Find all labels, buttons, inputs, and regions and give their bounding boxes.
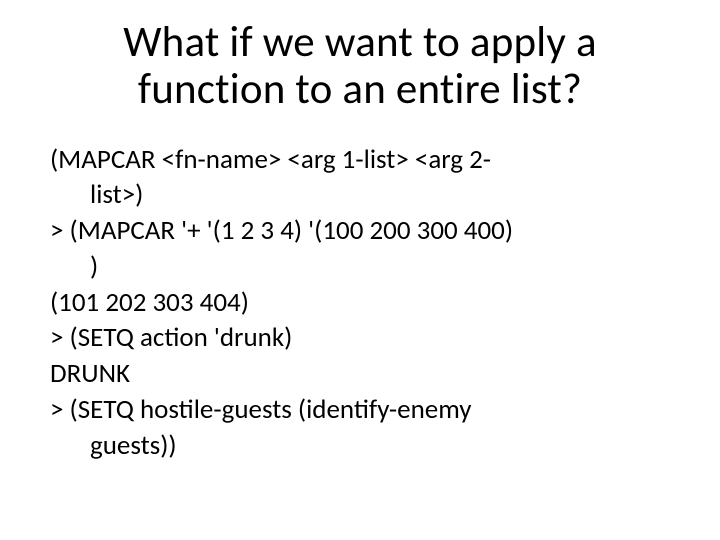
slide-title: What if we want to apply a function to a… bbox=[50, 18, 670, 113]
slide: What if we want to apply a function to a… bbox=[0, 0, 720, 540]
code-line: guests)) bbox=[50, 429, 670, 463]
code-line: > (SETQ action 'drunk) bbox=[50, 321, 670, 355]
code-line: list>) bbox=[50, 178, 670, 212]
code-line: > (MAPCAR '+ '(1 2 3 4) '(100 200 300 40… bbox=[50, 214, 670, 248]
code-line: (MAPCAR <fn-name> <arg 1-list> <arg 2- bbox=[50, 143, 670, 177]
code-line: (101 202 303 404) bbox=[50, 286, 670, 320]
slide-body: (MAPCAR <fn-name> <arg 1-list> <arg 2- l… bbox=[50, 143, 670, 463]
code-line: ) bbox=[50, 250, 670, 284]
code-line: > (SETQ hostile-guests (identify-enemy bbox=[50, 393, 670, 427]
code-line: DRUNK bbox=[50, 357, 670, 391]
